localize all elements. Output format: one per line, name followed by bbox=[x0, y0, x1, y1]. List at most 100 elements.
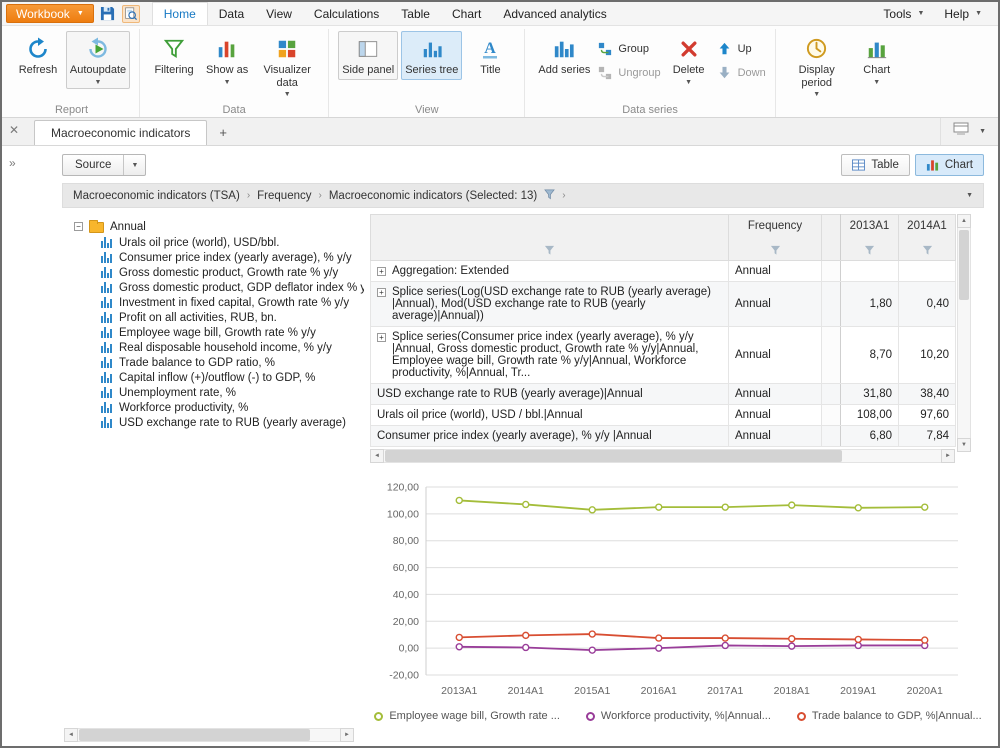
table-vertical-scrollbar[interactable]: ▲ ▼ bbox=[957, 214, 971, 452]
move-down-button[interactable]: Down bbox=[717, 65, 766, 80]
tree-item[interactable]: Workforce productivity, % bbox=[101, 400, 364, 415]
filter-icon[interactable] bbox=[922, 245, 933, 256]
chart-view-button[interactable]: Chart bbox=[915, 154, 984, 176]
legend-item[interactable]: Employee wage bill, Growth rate ... bbox=[374, 710, 560, 722]
series-icon bbox=[101, 237, 113, 248]
title-button[interactable]: A Title bbox=[465, 31, 515, 80]
tree-root-annual[interactable]: − Annual bbox=[74, 218, 364, 235]
table-view-button[interactable]: Table bbox=[841, 154, 910, 176]
ungroup-icon bbox=[597, 65, 612, 80]
chevron-down-icon[interactable]: ▼ bbox=[979, 128, 986, 135]
tree-item[interactable]: Profit on all activities, RUB, bn. bbox=[101, 310, 364, 325]
source-button[interactable]: Source ▼ bbox=[62, 154, 146, 176]
tree-item[interactable]: Trade balance to GDP ratio, % bbox=[101, 355, 364, 370]
filter-icon[interactable] bbox=[770, 245, 781, 256]
scroll-right-icon[interactable]: ► bbox=[340, 728, 354, 742]
scroll-left-icon[interactable]: ◄ bbox=[64, 728, 78, 742]
breadcrumb-item-indicators[interactable]: Macroeconomic indicators (Selected: 13) bbox=[329, 190, 537, 202]
filter-icon[interactable] bbox=[864, 245, 875, 256]
side-panel-button[interactable]: Side panel bbox=[338, 31, 398, 80]
scroll-up-icon[interactable]: ▲ bbox=[957, 214, 971, 228]
show-as-button[interactable]: Show as ▼ bbox=[202, 31, 252, 89]
table-horizontal-scrollbar[interactable]: ◄ ► bbox=[370, 449, 955, 463]
tab-table[interactable]: Table bbox=[390, 2, 441, 25]
table-row[interactable]: +Aggregation: Extended Annual bbox=[371, 261, 956, 282]
line-chart[interactable]: -20,000,0020,0040,0060,0080,00100,00120,… bbox=[370, 475, 970, 703]
table-row[interactable]: Consumer price index (yearly average), %… bbox=[371, 426, 956, 447]
svg-text:2019A1: 2019A1 bbox=[840, 685, 876, 697]
arrow-up-icon bbox=[717, 41, 732, 56]
legend-item[interactable]: Workforce productivity, %|Annual... bbox=[586, 710, 771, 722]
tree-item[interactable]: Capital inflow (+)/outflow (-) to GDP, % bbox=[101, 370, 364, 385]
chevron-down-icon[interactable]: ▼ bbox=[966, 192, 973, 199]
scrollbar-thumb[interactable] bbox=[385, 450, 842, 462]
display-period-button[interactable]: Display period ▼ bbox=[785, 31, 849, 101]
scrollbar-thumb[interactable] bbox=[79, 729, 310, 741]
delete-button[interactable]: Delete ▼ bbox=[664, 31, 714, 89]
series-tree-button[interactable]: Series tree bbox=[401, 31, 462, 80]
tree-horizontal-scrollbar[interactable]: ◄ ► bbox=[64, 728, 354, 742]
breadcrumb-item-frequency[interactable]: Frequency bbox=[257, 190, 311, 202]
group-label-data: Data bbox=[140, 104, 328, 116]
add-tab-button[interactable]: + bbox=[207, 120, 239, 145]
visualizer-data-button[interactable]: Visualizer data ▼ bbox=[255, 31, 319, 101]
help-menu[interactable]: Help▼ bbox=[936, 7, 990, 21]
table-row[interactable]: Urals oil price (world), USD / bbl.|Annu… bbox=[371, 405, 956, 426]
scroll-left-icon[interactable]: ◄ bbox=[370, 449, 384, 463]
table-row[interactable]: +Splice series(Consumer price index (yea… bbox=[371, 327, 956, 384]
expand-panel-icon[interactable]: » bbox=[9, 157, 16, 169]
ribbon-group-data-series: Add series Group Ungroup bbox=[525, 29, 775, 117]
move-up-button[interactable]: Up bbox=[717, 41, 766, 56]
ungroup-button[interactable]: Ungroup bbox=[597, 65, 660, 80]
filtering-button[interactable]: Filtering bbox=[149, 31, 199, 80]
expand-icon[interactable]: + bbox=[377, 333, 386, 342]
tree-item[interactable]: Urals oil price (world), USD/bbl. bbox=[101, 235, 364, 250]
filter-icon[interactable] bbox=[544, 245, 555, 256]
tree-item[interactable]: USD exchange rate to RUB (yearly average… bbox=[101, 415, 364, 430]
column-header-2014[interactable]: 2014A1 bbox=[899, 215, 956, 261]
tab-home[interactable]: Home bbox=[152, 2, 208, 25]
refresh-button[interactable]: Refresh bbox=[13, 31, 63, 80]
workbook-menu-button[interactable]: Workbook ▼ bbox=[6, 4, 94, 23]
tools-menu[interactable]: Tools▼ bbox=[875, 7, 932, 21]
tab-calculations[interactable]: Calculations bbox=[303, 2, 390, 25]
layout-button[interactable] bbox=[953, 122, 969, 141]
print-preview-button[interactable] bbox=[122, 5, 140, 23]
tab-data[interactable]: Data bbox=[208, 2, 255, 25]
tree-item[interactable]: Real disposable household income, % y/y bbox=[101, 340, 364, 355]
tree-item[interactable]: Investment in fixed capital, Growth rate… bbox=[101, 295, 364, 310]
breadcrumb-item-source[interactable]: Macroeconomic indicators (TSA) bbox=[73, 190, 240, 202]
folder-icon bbox=[89, 222, 104, 233]
document-tab[interactable]: Macroeconomic indicators bbox=[34, 120, 207, 145]
tree-item[interactable]: Unemployment rate, % bbox=[101, 385, 364, 400]
scrollbar-thumb[interactable] bbox=[959, 230, 969, 300]
up-down-stack: Up Down bbox=[717, 31, 766, 80]
column-header-name[interactable] bbox=[371, 215, 729, 261]
legend-item[interactable]: Trade balance to GDP, %|Annual... bbox=[797, 710, 982, 722]
expand-icon[interactable]: + bbox=[377, 288, 386, 297]
breadcrumb-filter-icon[interactable] bbox=[544, 189, 555, 203]
expand-icon[interactable]: + bbox=[377, 267, 386, 276]
tree-item[interactable]: Gross domestic product, GDP deflator ind… bbox=[101, 280, 364, 295]
autoupdate-button[interactable]: Autoupdate ▼ bbox=[66, 31, 130, 89]
collapse-icon[interactable]: − bbox=[74, 222, 83, 231]
table-row[interactable]: USD exchange rate to RUB (yearly average… bbox=[371, 384, 956, 405]
tab-chart[interactable]: Chart bbox=[441, 2, 492, 25]
breadcrumb-next-icon[interactable]: › bbox=[562, 190, 565, 201]
save-button[interactable] bbox=[99, 5, 117, 23]
tree-item[interactable]: Consumer price index (yearly average), %… bbox=[101, 250, 364, 265]
group-button[interactable]: Group bbox=[597, 41, 660, 56]
tree-item[interactable]: Gross domestic product, Growth rate % y/… bbox=[101, 265, 364, 280]
tab-advanced-analytics[interactable]: Advanced analytics bbox=[492, 2, 617, 25]
scroll-down-icon[interactable]: ▼ bbox=[957, 438, 971, 452]
close-icon[interactable]: ✕ bbox=[9, 124, 19, 136]
column-header-2013[interactable]: 2013A1 bbox=[841, 215, 899, 261]
chart-button[interactable]: Chart ▼ bbox=[852, 31, 902, 89]
scroll-right-icon[interactable]: ► bbox=[941, 449, 955, 463]
tree-item[interactable]: Employee wage bill, Growth rate % y/y bbox=[101, 325, 364, 340]
column-header-frequency[interactable]: Frequency bbox=[729, 215, 822, 261]
add-series-button[interactable]: Add series bbox=[534, 31, 594, 80]
series-icon bbox=[101, 402, 113, 413]
tab-view[interactable]: View bbox=[255, 2, 303, 25]
table-row[interactable]: +Splice series(Log(USD exchange rate to … bbox=[371, 282, 956, 327]
